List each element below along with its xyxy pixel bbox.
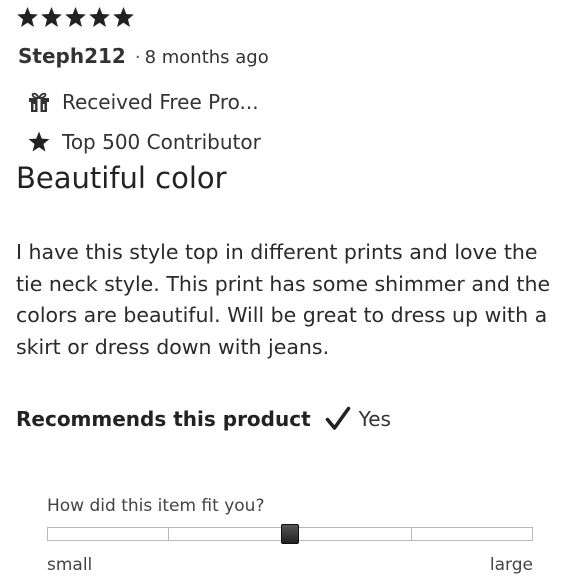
- fit-min-label: small: [47, 555, 93, 575]
- badge-label: Top 500 Contributor: [62, 130, 261, 154]
- fit-scale-segment: [412, 528, 532, 540]
- fit-question: How did this item fit you?: [47, 496, 265, 516]
- star-icon: [40, 6, 63, 34]
- review-card: Steph212 · 8 months ago Received Free Pr…: [0, 0, 580, 580]
- star-icon: [26, 129, 52, 155]
- star-icon: [64, 6, 87, 34]
- fit-max-label: large: [489, 555, 533, 575]
- badge-received-free-product: Received Free Pro...: [26, 89, 259, 115]
- fit-scale-marker: [281, 524, 299, 544]
- star-icon: [88, 6, 111, 34]
- fit-scale-segment: [48, 528, 170, 540]
- star-rating: [16, 6, 135, 34]
- recommend-label: Recommends this product: [16, 407, 311, 431]
- checkmark-icon: [325, 406, 351, 432]
- recommend-value: Yes: [358, 407, 391, 431]
- review-body: I have this style top in different print…: [16, 240, 551, 359]
- review-date: 8 months ago: [144, 47, 269, 68]
- recommendation: Recommends this product Yes: [16, 406, 391, 432]
- gift-icon: [26, 89, 52, 115]
- meta-separator: ·: [134, 47, 141, 68]
- username[interactable]: Steph212: [18, 44, 126, 68]
- review-meta: Steph212 · 8 months ago: [18, 44, 269, 68]
- badge-label: Received Free Pro...: [62, 90, 259, 114]
- star-icon: [16, 6, 39, 34]
- badge-top-contributor: Top 500 Contributor: [26, 129, 261, 155]
- fit-scale-segment: [291, 528, 412, 540]
- star-icon: [112, 6, 135, 34]
- fit-scale-segment: [169, 528, 291, 540]
- review-title: Beautiful color: [16, 161, 227, 195]
